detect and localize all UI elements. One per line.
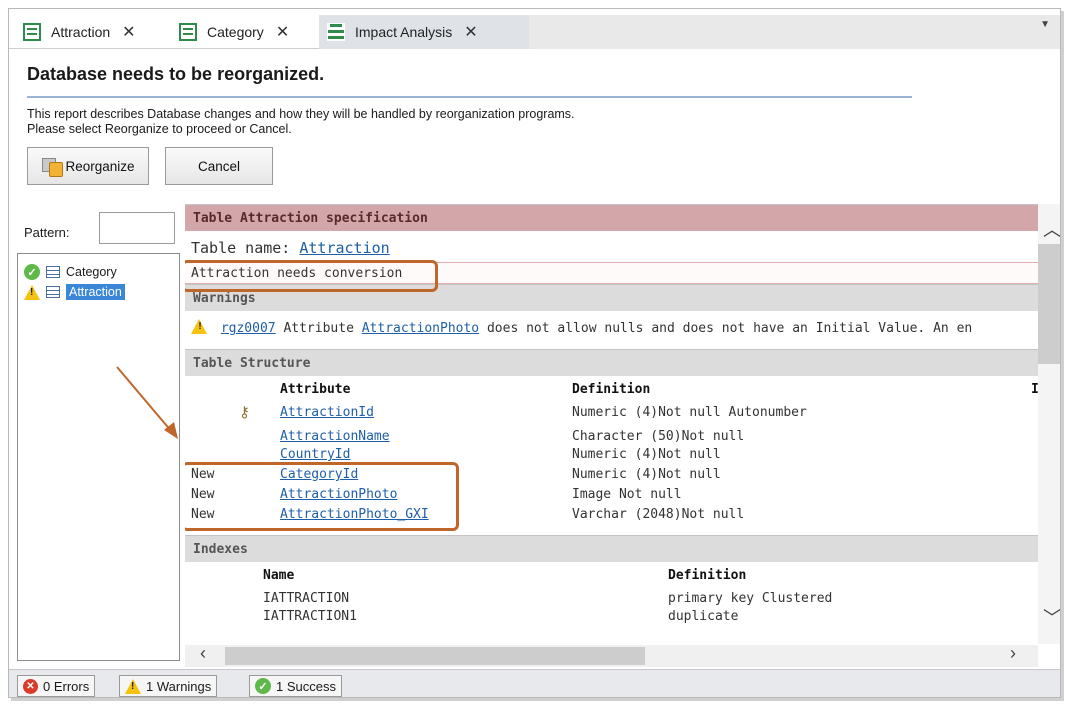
attribute-definition: Character (50)Not null (572, 429, 745, 444)
close-icon[interactable]: ✕ (464, 22, 477, 42)
tree-item-label: Category (66, 265, 117, 279)
report-description: This report describes Database changes a… (27, 107, 575, 137)
cancel-label: Cancel (197, 158, 241, 174)
indexes-section-header: Indexes (185, 535, 1038, 562)
tab-list-dropdown-icon[interactable]: ▼ (1040, 19, 1050, 30)
specification-report: Table Attraction specification Table nam… (185, 204, 1038, 644)
attribute-definition: Image Not null (572, 487, 682, 502)
column-header-definition: Definition (572, 382, 651, 397)
warning-icon (125, 678, 141, 694)
pattern-input[interactable] (99, 212, 175, 244)
table-name-row: Table name: Attraction (191, 239, 390, 257)
tab-impact-analysis[interactable]: Impact Analysis ✕ (319, 15, 529, 49)
cancel-button[interactable]: Cancel (165, 147, 273, 185)
reorganize-button[interactable]: Reorganize (27, 147, 149, 185)
tree-item-label: Attraction (66, 284, 125, 300)
tab-strip-filler (529, 15, 1060, 49)
tab-attraction[interactable]: Attraction ✕ (15, 15, 144, 49)
warning-text: Attribute (283, 321, 354, 336)
key-icon: ⚷ (239, 403, 250, 421)
scroll-down-icon[interactable]: ﹀ (1043, 604, 1060, 630)
attribute-definition: Numeric (4)Not null (572, 447, 721, 462)
attribute-link[interactable]: AttractionId (280, 405, 374, 420)
description-line: This report describes Database changes a… (27, 107, 575, 121)
table-tree: ✓ Category Attraction (17, 253, 180, 661)
title-divider (27, 96, 912, 98)
warning-icon (191, 319, 207, 334)
warnings-filter-button[interactable]: 1 Warnings (119, 675, 218, 697)
success-count: 1 Success (276, 678, 336, 694)
attribute-definition: Numeric (4)Not null Autonumber (572, 405, 807, 420)
table-row: AttractionId (280, 405, 374, 420)
tab-label: Category (207, 24, 264, 40)
warning-icon (24, 284, 40, 300)
impact-analysis-icon (327, 23, 345, 41)
scroll-up-icon[interactable]: ︿ (1043, 216, 1060, 242)
pattern-label: Pattern: (24, 225, 70, 240)
table-icon (179, 23, 197, 41)
index-name: IATTRACTION (263, 591, 350, 606)
table-name-link[interactable]: Attraction (299, 239, 389, 257)
warnings-count: 1 Warnings (146, 678, 212, 694)
warning-row: rgz0007 Attribute AttractionPhoto does n… (191, 319, 972, 336)
table-name-label: Table name: (191, 239, 291, 257)
index-name: IATTRACTION1 (263, 609, 357, 624)
table-icon (46, 286, 60, 298)
impact-analysis-window: Attraction ✕ Category ✕ Impact Analysis … (8, 8, 1061, 698)
report-header: Database needs to be reorganized. This r… (9, 49, 1060, 199)
success-icon: ✓ (24, 264, 40, 280)
attribute-link[interactable]: AttractionName (280, 429, 390, 444)
table-icon (46, 266, 60, 278)
success-icon: ✓ (255, 678, 271, 694)
close-icon[interactable]: ✕ (122, 22, 135, 42)
table-structure-header: Table Structure (185, 349, 1038, 376)
error-icon: ✕ (23, 678, 38, 694)
attribute-definition: Varchar (2048)Not null (572, 507, 745, 522)
conversion-callout (185, 260, 438, 292)
attribute-link[interactable]: CountryId (280, 447, 350, 462)
column-header-attribute: Attribute (280, 382, 351, 397)
index-definition: primary key Clustered (668, 591, 833, 606)
index-definition: duplicate (668, 609, 739, 624)
warning-text: does not allow nulls and does not have a… (486, 321, 973, 336)
table-row: CountryId (280, 447, 350, 462)
spec-section-header: Table Attraction specification (185, 204, 1038, 231)
attribute-definition: Numeric (4)Not null (572, 467, 721, 482)
scroll-right-icon[interactable]: › (1010, 643, 1016, 664)
tab-category[interactable]: Category ✕ (171, 15, 297, 49)
warning-code-link[interactable]: rgz0007 (221, 321, 276, 336)
status-bar: ✕ 0 Errors 1 Warnings ✓ 1 Success (9, 669, 1060, 697)
page-title: Database needs to be reorganized. (27, 64, 325, 84)
scroll-left-icon[interactable]: ‹ (200, 643, 206, 664)
vertical-scroll-thumb[interactable] (1038, 244, 1060, 364)
table-icon (23, 23, 41, 41)
warning-attribute-link[interactable]: AttractionPhoto (362, 321, 479, 336)
tab-bar: Attraction ✕ Category ✕ Impact Analysis … (9, 9, 1060, 49)
table-row: AttractionName (280, 429, 390, 444)
description-line: Please select Reorganize to proceed or C… (27, 122, 292, 136)
column-header-extra: I (1031, 382, 1038, 397)
horizontal-scroll-thumb[interactable] (225, 647, 645, 665)
errors-count: 0 Errors (43, 678, 90, 694)
reorganize-label: Reorganize (65, 158, 135, 174)
tab-label: Attraction (51, 24, 111, 40)
tree-item-category[interactable]: ✓ Category (24, 262, 117, 282)
success-filter-button[interactable]: ✓ 1 Success (249, 675, 342, 697)
reorganize-icon (41, 156, 64, 177)
errors-filter-button[interactable]: ✕ 0 Errors (17, 675, 96, 697)
index-column-header-name: Name (263, 568, 295, 583)
tab-label: Impact Analysis (355, 24, 453, 40)
annotation-arrow (116, 366, 178, 439)
horizontal-scrollbar[interactable]: ‹ › (185, 643, 1038, 667)
new-attributes-callout (185, 462, 459, 531)
index-column-header-definition: Definition (668, 568, 747, 583)
tree-item-attraction[interactable]: Attraction (24, 282, 125, 302)
vertical-scrollbar[interactable]: ︿ ﹀ (1038, 204, 1060, 644)
close-icon[interactable]: ✕ (276, 22, 289, 42)
